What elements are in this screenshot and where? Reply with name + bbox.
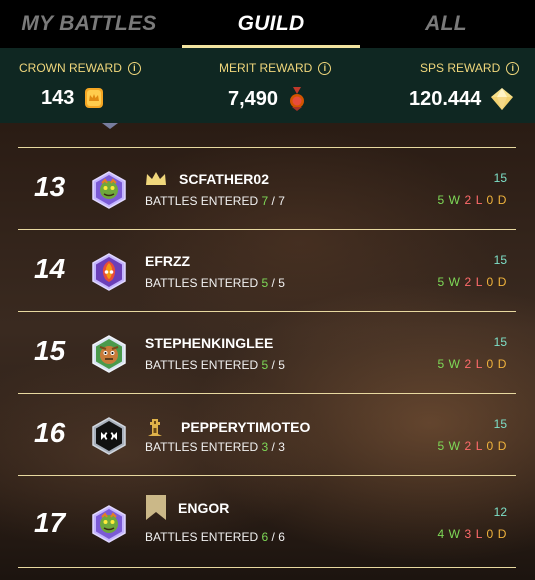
leaderboard-row[interactable]: 17 ENGOR BATTLES ENTERED 6 / 6 12 4 W 3 … xyxy=(0,475,535,567)
win-loss-draw: 5 W 2 L 0 D xyxy=(437,439,507,453)
battles-entered-label: BATTLES ENTERED xyxy=(145,530,259,544)
rank-number: 13 xyxy=(34,171,66,202)
battles-entered-count: 5 xyxy=(261,358,269,372)
wins-count: 4 xyxy=(437,527,445,541)
losses-count: 3 xyxy=(464,527,472,541)
avatar-fragment xyxy=(102,123,118,129)
rank-number: 14 xyxy=(34,253,66,284)
win-loss-draw: 5 W 2 L 0 D xyxy=(437,275,507,289)
tab-my-battles[interactable]: MY BATTLES xyxy=(0,0,178,48)
draws-count: 0 xyxy=(486,357,494,371)
leaderboard-row[interactable]: 15 STEPHENKINGLEE BATTLES ENTERED 5 / 5 … xyxy=(0,311,535,393)
battles-total-count: 5 xyxy=(278,276,285,290)
banner-icon xyxy=(146,495,166,520)
battles-entered-label: BATTLES ENTERED xyxy=(145,440,259,454)
battles-entered-count: 3 xyxy=(261,440,269,454)
row-divider xyxy=(18,567,516,568)
player-score: 15 xyxy=(493,253,507,267)
player-avatar[interactable] xyxy=(90,335,128,373)
crown-reward-label: CROWN REWARD i xyxy=(19,61,141,75)
battles-total-count: 6 xyxy=(278,530,285,544)
player-avatar[interactable] xyxy=(90,171,128,209)
battles-entered-count: 5 xyxy=(261,276,269,290)
battles-total-count: 7 xyxy=(278,194,285,208)
wins-count: 5 xyxy=(437,275,445,289)
merit-reward-label: MERIT REWARD i xyxy=(219,61,332,75)
player-avatar[interactable] xyxy=(90,417,128,455)
losses-count: 2 xyxy=(464,357,472,371)
draws-count: 0 xyxy=(486,439,494,453)
sps-crystal-icon xyxy=(491,88,514,110)
player-name-row: STEPHENKINGLEE xyxy=(145,335,273,351)
battles-entered-label: BATTLES ENTERED xyxy=(145,276,259,290)
battles-entered: BATTLES ENTERED 5 / 5 xyxy=(145,276,285,290)
losses-count: 2 xyxy=(464,439,472,453)
sps-reward-amount: 120.444 xyxy=(409,87,482,110)
crown-token-icon xyxy=(85,88,104,108)
info-icon[interactable]: i xyxy=(318,61,332,75)
merit-medal-icon xyxy=(290,87,305,111)
crown-reward-value: 143 xyxy=(41,86,106,110)
sps-reward-text: SPS REWARD xyxy=(420,61,501,75)
tab-all[interactable]: ALL xyxy=(357,0,535,48)
wins-count: 5 xyxy=(437,357,445,371)
battles-entered: BATTLES ENTERED 6 / 6 xyxy=(145,530,285,544)
battles-entered-label: BATTLES ENTERED xyxy=(145,194,259,208)
battles-entered: BATTLES ENTERED 5 / 5 xyxy=(145,358,285,372)
player-name-row: SCFATHER02 xyxy=(145,171,269,187)
info-icon[interactable]: i xyxy=(127,61,141,75)
battles-entered-count: 6 xyxy=(261,530,269,544)
player-score: 15 xyxy=(493,417,507,431)
losses-count: 2 xyxy=(464,275,472,289)
sps-reward-label: SPS REWARD i xyxy=(420,61,520,75)
crown-icon xyxy=(146,172,166,185)
battles-total-count: 5 xyxy=(278,358,285,372)
info-icon[interactable]: i xyxy=(506,61,520,75)
battles-entered-label: BATTLES ENTERED xyxy=(145,358,259,372)
wins-count: 5 xyxy=(437,193,445,207)
battles-total-count: 3 xyxy=(278,440,285,454)
rank-number: 17 xyxy=(34,507,66,538)
win-loss-draw: 4 W 3 L 0 D xyxy=(437,527,507,541)
battles-entered: BATTLES ENTERED 3 / 3 xyxy=(145,440,285,454)
battles-entered-count: 7 xyxy=(261,194,269,208)
player-avatar[interactable] xyxy=(90,253,128,291)
leaderboard-row[interactable]: 13 SCFATHER02 BATTLES ENTERED 7 / 7 15 5… xyxy=(0,147,535,229)
draws-count: 0 xyxy=(486,275,494,289)
player-name[interactable]: PEPPERYTIMOTEO xyxy=(181,419,310,435)
rank-number: 15 xyxy=(34,335,66,366)
player-name-row: PEPPERYTIMOTEO xyxy=(145,417,310,437)
leaderboard-row[interactable]: 14 EFRZZ BATTLES ENTERED 5 / 5 15 5 W 2 … xyxy=(0,229,535,311)
player-name-row: ENGOR xyxy=(145,495,229,521)
wins-count: 5 xyxy=(437,439,445,453)
rewards-bar: CROWN REWARD i 143 MERIT REWARD i 7,490 xyxy=(0,48,535,123)
rank-number: 16 xyxy=(34,417,66,448)
player-score: 15 xyxy=(493,171,507,185)
crown-reward-amount: 143 xyxy=(41,86,75,109)
tab-bar: MY BATTLES GUILD ALL xyxy=(0,0,535,48)
merit-reward-text: MERIT REWARD xyxy=(219,61,313,75)
win-loss-draw: 5 W 2 L 0 D xyxy=(437,193,507,207)
losses-count: 2 xyxy=(464,193,472,207)
player-score: 12 xyxy=(493,505,507,519)
player-name[interactable]: STEPHENKINGLEE xyxy=(145,335,273,351)
draws-count: 0 xyxy=(486,193,494,207)
crown-reward-text: CROWN REWARD xyxy=(19,61,122,75)
battles-entered: BATTLES ENTERED 7 / 7 xyxy=(145,194,285,208)
player-name[interactable]: ENGOR xyxy=(178,500,229,516)
player-score: 15 xyxy=(493,335,507,349)
merit-reward-value: 7,490 xyxy=(228,86,308,112)
win-loss-draw: 5 W 2 L 0 D xyxy=(437,357,507,371)
merit-reward-amount: 7,490 xyxy=(228,87,279,110)
leaderboard-row[interactable]: 16 PEPPERYTIMOTEO BATTLES ENTERED 3 / 3 … xyxy=(0,393,535,475)
sps-reward-value: 120.444 xyxy=(409,86,515,112)
player-name-row: EFRZZ xyxy=(145,253,190,269)
draws-count: 0 xyxy=(486,527,494,541)
player-avatar[interactable] xyxy=(90,505,128,543)
tab-guild[interactable]: GUILD xyxy=(182,0,360,48)
player-name[interactable]: EFRZZ xyxy=(145,253,190,269)
tower-icon xyxy=(148,419,162,436)
player-name[interactable]: SCFATHER02 xyxy=(179,171,269,187)
